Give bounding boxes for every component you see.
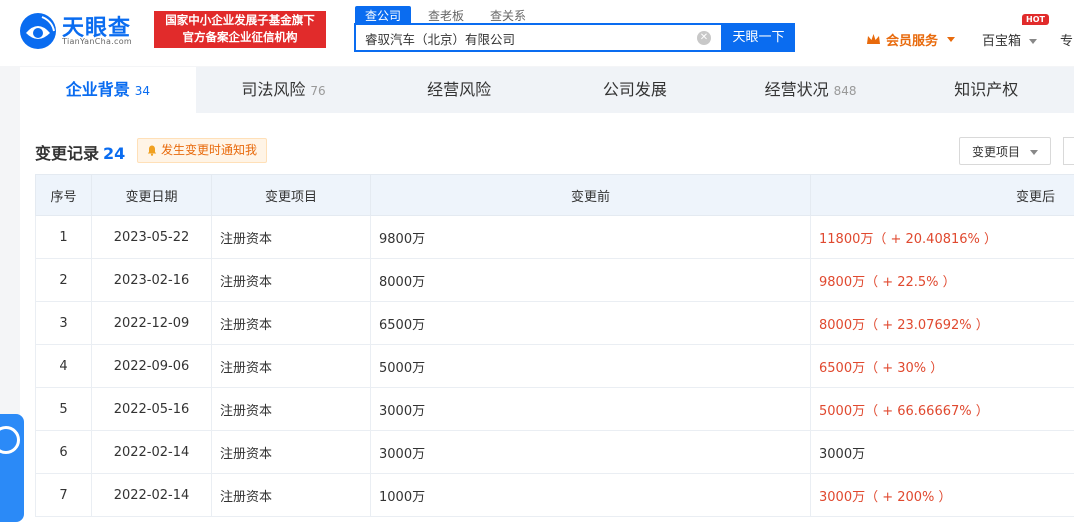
change-records-card: 变更记录 24 发生变更时通知我 变更项目 序号 变更日期 变更项目 变更前 变更… xyxy=(20,113,1074,522)
cell-after: 5000万（ + 66.66667% ） xyxy=(810,387,1074,431)
tab-label: 公司发展 xyxy=(602,80,667,99)
header-more-item[interactable]: 专 xyxy=(1060,30,1073,49)
header-no: 序号 xyxy=(35,174,92,216)
table-row: 5 2022-05-16 注册资本 3000万 5000万（ + 66.66667% ） xyxy=(35,387,1074,431)
official-badge: 国家中小企业发展子基金旗下 官方备案企业征信机构 xyxy=(154,11,326,48)
header-item: 变更项目 xyxy=(211,174,371,216)
floating-service-widget[interactable] xyxy=(0,414,24,522)
cell-before: 9800万 xyxy=(370,215,811,259)
section-title-text: 变更记录 xyxy=(35,144,100,163)
cell-item: 注册资本 xyxy=(211,473,371,517)
tab-label: 经营状况 xyxy=(764,80,829,99)
cell-before: 3000万 xyxy=(370,387,811,431)
cell-item: 注册资本 xyxy=(211,258,371,302)
change-item-filter[interactable]: 变更项目 xyxy=(959,137,1051,165)
bell-icon xyxy=(147,145,157,156)
chevron-down-icon xyxy=(1030,150,1039,155)
cell-item: 注册资本 xyxy=(211,387,371,431)
cell-no: 5 xyxy=(35,387,92,431)
search-button[interactable]: 天眼一下 xyxy=(722,23,795,52)
section-title: 变更记录 24 xyxy=(35,140,125,164)
cell-date: 2023-02-16 xyxy=(91,258,212,302)
tab-intellectual-property[interactable]: 知识产权 xyxy=(898,67,1074,113)
tab-label: 企业背景 xyxy=(65,80,130,99)
change-records-table: 序号 变更日期 变更项目 变更前 变更后 1 2023-05-22 注册资本 9800… xyxy=(35,174,1074,517)
chevron-down-icon xyxy=(1029,39,1038,44)
cell-before: 8000万 xyxy=(370,258,811,302)
table-row: 7 2022-02-14 注册资本 1000万 3000万（ + 200% ） xyxy=(35,473,1074,517)
cell-no: 1 xyxy=(35,215,92,259)
crown-icon xyxy=(867,34,880,44)
tab-label: 知识产权 xyxy=(954,80,1019,99)
cell-item: 注册资本 xyxy=(211,430,371,474)
baobox-menu[interactable]: 百宝箱 xyxy=(982,30,1038,49)
tab-label: 司法风险 xyxy=(241,80,306,99)
badge-line-1: 国家中小企业发展子基金旗下 xyxy=(165,13,315,27)
logo-icon[interactable] xyxy=(18,11,58,51)
clear-icon[interactable]: ✕ xyxy=(697,31,711,45)
tab-judicial-risk[interactable]: 司法风险 76 xyxy=(196,67,372,113)
cell-before: 3000万 xyxy=(370,430,811,474)
tab-operating-risk[interactable]: 经营风险 xyxy=(371,67,547,113)
customer-service-icon xyxy=(0,426,20,454)
cell-before: 5000万 xyxy=(370,344,811,388)
cell-before: 1000万 xyxy=(370,473,811,517)
cell-after: 6500万（ + 30% ） xyxy=(810,344,1074,388)
tab-count: 34 xyxy=(134,84,150,98)
cell-before: 6500万 xyxy=(370,301,811,345)
category-tabs: 企业背景 34 司法风险 76 经营风险 公司发展 经营状况 848 知识产权 xyxy=(20,67,1074,114)
table-row: 3 2022-12-09 注册资本 6500万 8000万（ + 23.07692% ） xyxy=(35,301,1074,345)
filter-label: 变更项目 xyxy=(972,145,1021,159)
notify-label: 发生变更时通知我 xyxy=(161,143,258,157)
cell-date: 2022-09-06 xyxy=(91,344,212,388)
tab-count: 848 xyxy=(833,84,857,98)
table-header-row: 序号 变更日期 变更项目 变更前 变更后 xyxy=(35,174,1074,216)
table-row: 2 2023-02-16 注册资本 8000万 9800万（ + 22.5% ） xyxy=(35,258,1074,302)
badge-line-2: 官方备案企业征信机构 xyxy=(182,30,298,44)
cell-item: 注册资本 xyxy=(211,301,371,345)
member-service-label: 会员服务 xyxy=(886,34,939,49)
tab-count: 76 xyxy=(310,84,326,98)
baobox-label: 百宝箱 xyxy=(982,34,1022,49)
cell-no: 6 xyxy=(35,430,92,474)
cell-date: 2022-02-14 xyxy=(91,473,212,517)
tab-label: 经营风险 xyxy=(427,80,492,99)
cell-no: 7 xyxy=(35,473,92,517)
header-before: 变更前 xyxy=(370,174,811,216)
cell-date: 2022-12-09 xyxy=(91,301,212,345)
search-input[interactable] xyxy=(363,30,687,47)
cell-item: 注册资本 xyxy=(211,215,371,259)
notify-on-change-button[interactable]: 发生变更时通知我 xyxy=(137,138,268,163)
cell-after: 9800万（ + 22.5% ） xyxy=(810,258,1074,302)
cell-no: 4 xyxy=(35,344,92,388)
cell-date: 2023-05-22 xyxy=(91,215,212,259)
cell-date: 2022-02-14 xyxy=(91,430,212,474)
secondary-filter[interactable] xyxy=(1063,137,1074,165)
cell-no: 2 xyxy=(35,258,92,302)
cell-after: 8000万（ + 23.07692% ） xyxy=(810,301,1074,345)
cell-after: 11800万（ + 20.40816% ） xyxy=(810,215,1074,259)
tab-company-development[interactable]: 公司发展 xyxy=(547,67,723,113)
member-service-menu[interactable]: 会员服务 xyxy=(866,30,956,49)
search-box: ✕ xyxy=(354,23,723,52)
logo-subtitle: TianYanCha.com xyxy=(62,37,132,46)
table-row: 4 2022-09-06 注册资本 5000万 6500万（ + 30% ） xyxy=(35,344,1074,388)
header-date: 变更日期 xyxy=(91,174,212,216)
header-after: 变更后 xyxy=(810,174,1074,216)
tab-company-background[interactable]: 企业背景 34 xyxy=(20,67,196,113)
cell-item: 注册资本 xyxy=(211,344,371,388)
table-row: 6 2022-02-14 注册资本 3000万 3000万 xyxy=(35,430,1074,474)
cell-after: 3000万（ + 200% ） xyxy=(810,473,1074,517)
chevron-down-icon xyxy=(947,37,956,42)
cell-date: 2022-05-16 xyxy=(91,387,212,431)
table-row: 1 2023-05-22 注册资本 9800万 11800万（ + 20.40816% … xyxy=(35,215,1074,259)
tab-operating-status[interactable]: 经营状况 848 xyxy=(723,67,899,113)
section-count: 24 xyxy=(103,144,126,163)
top-header: 天眼查 TianYanCha.com 国家中小企业发展子基金旗下 官方备案企业征… xyxy=(0,0,1074,66)
cell-no: 3 xyxy=(35,301,92,345)
cell-after: 3000万 xyxy=(810,430,1074,474)
hot-badge: HOT xyxy=(1022,14,1049,25)
